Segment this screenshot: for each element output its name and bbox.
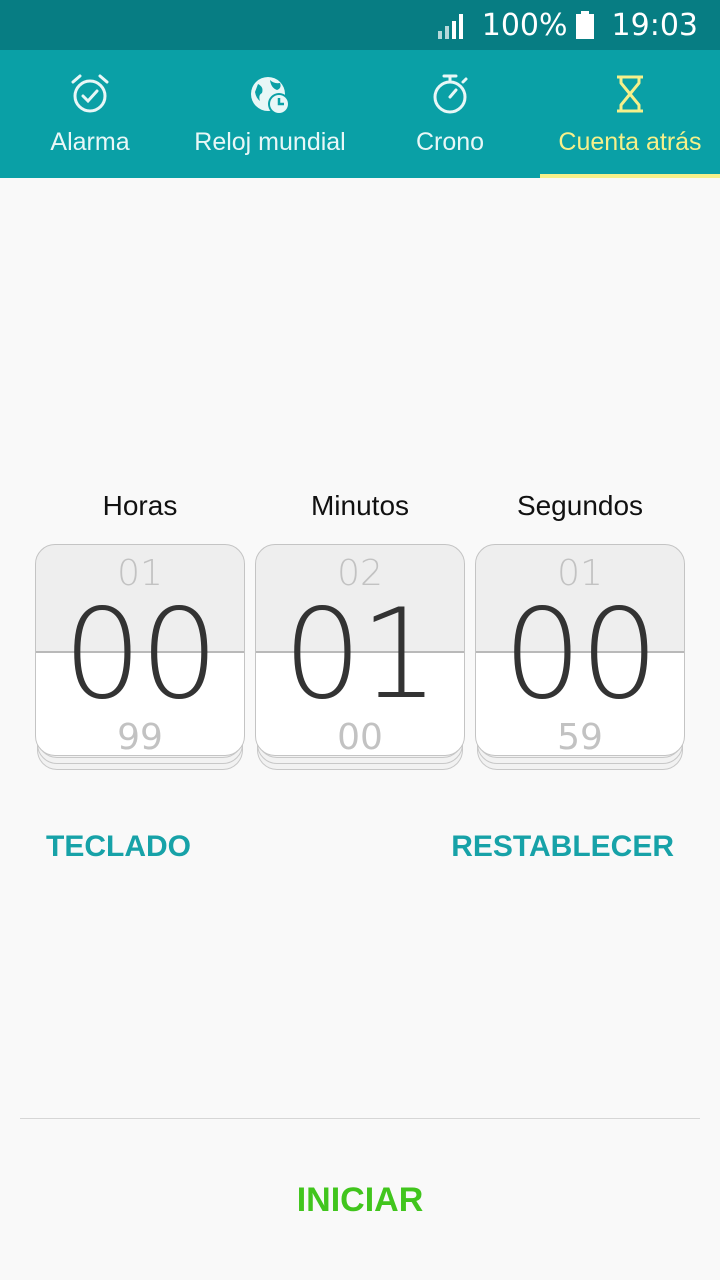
alarm-clock-icon — [71, 74, 109, 113]
status-time: 19:03 — [611, 7, 698, 43]
tab-countdown[interactable]: Cuenta atrás — [540, 50, 720, 178]
tab-stopwatch[interactable]: Crono — [360, 50, 540, 178]
hours-picker[interactable]: 01 00 99 — [35, 544, 245, 772]
reset-button[interactable]: RESTABLECER — [451, 830, 674, 864]
battery-icon — [575, 11, 594, 39]
minutes-picker[interactable]: 02 01 00 — [255, 544, 465, 772]
hourglass-icon — [617, 75, 643, 113]
tab-world-clock-label: Reloj mundial — [194, 128, 346, 156]
minutes-value: 01 — [283, 583, 439, 727]
keyboard-button[interactable]: TECLADO — [46, 830, 191, 864]
status-bar: 100% 19:03 — [0, 0, 720, 50]
seconds-picker[interactable]: 01 00 59 — [475, 544, 685, 772]
world-clock-icon — [251, 77, 290, 115]
tab-world-clock[interactable]: Reloj mundial — [180, 50, 360, 178]
minutes-card-face: 02 01 00 — [255, 544, 465, 756]
minutes-label: Minutos — [310, 490, 410, 521]
tab-alarm[interactable]: Alarma — [0, 50, 180, 178]
minutes-next-value: 00 — [337, 717, 383, 756]
hours-value: 00 — [63, 583, 219, 727]
battery-percent: 100% — [481, 7, 568, 43]
stopwatch-icon — [433, 74, 468, 114]
active-tab-indicator — [540, 174, 720, 178]
divider — [20, 1118, 700, 1119]
seconds-next-value: 59 — [557, 717, 603, 756]
tab-bar: Alarma Reloj mundial Crono Cuenta atrás — [0, 50, 720, 178]
seconds-value: 00 — [503, 583, 659, 727]
tab-stopwatch-label: Crono — [415, 128, 485, 156]
hours-next-value: 99 — [117, 717, 163, 756]
seconds-label: Segundos — [516, 490, 644, 521]
tab-alarm-label: Alarma — [50, 128, 130, 156]
hours-label: Horas — [102, 490, 178, 521]
start-button[interactable]: INICIAR — [0, 1160, 720, 1240]
hours-card-face: 01 00 99 — [35, 544, 245, 756]
seconds-card-face: 01 00 59 — [475, 544, 685, 756]
signal-icon — [437, 14, 463, 39]
tab-countdown-label: Cuenta atrás — [558, 128, 702, 156]
